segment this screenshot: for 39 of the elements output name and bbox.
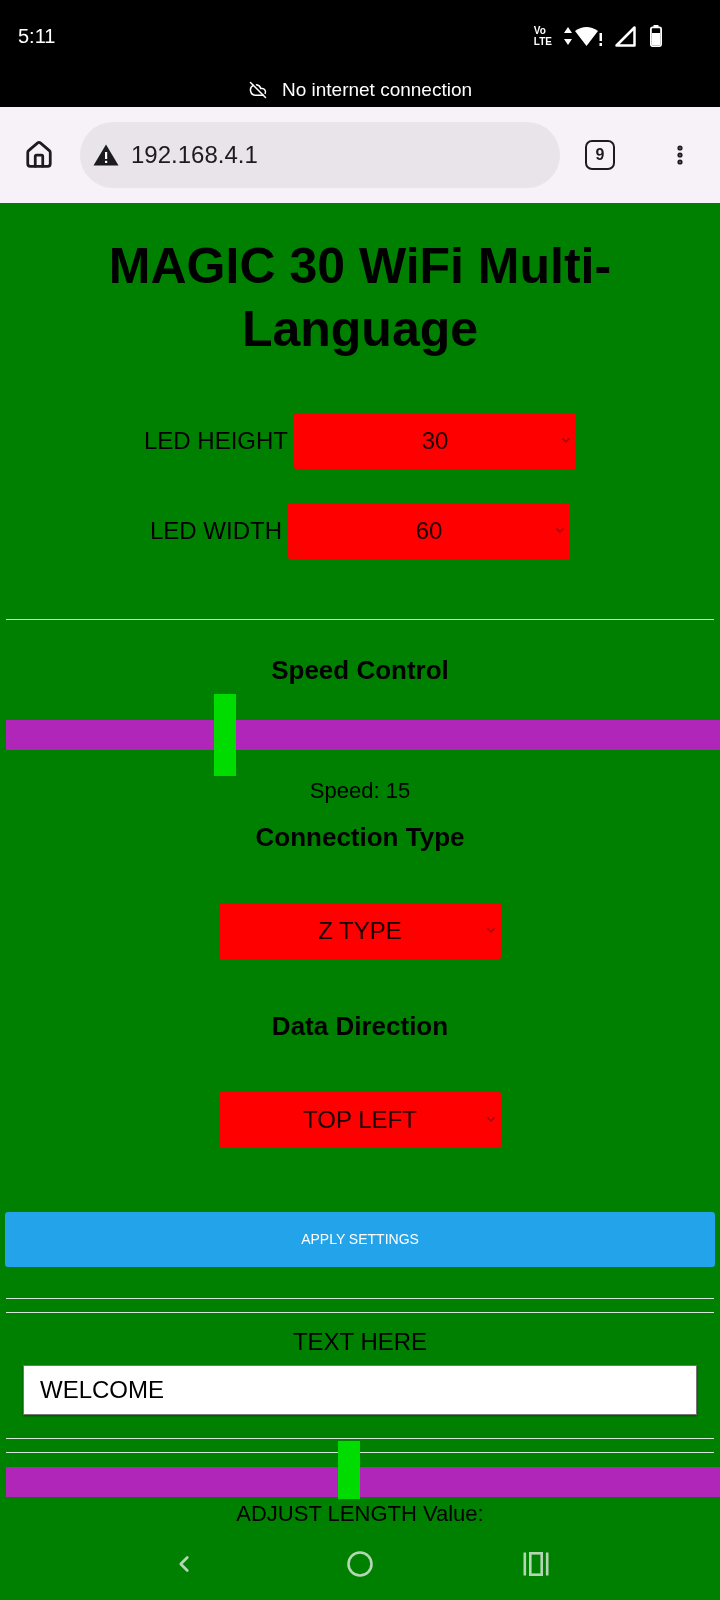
cloud-off-icon [247, 80, 268, 99]
field-label: LED WIDTH [150, 517, 282, 545]
wifi-warning-icon [575, 26, 603, 46]
battery-icon [650, 25, 662, 47]
signal-icon [615, 25, 636, 47]
field-label: TEXT HERE [292, 1328, 428, 1356]
warning-icon [93, 144, 119, 166]
recents-icon[interactable] [523, 1552, 549, 1576]
slider-thumb[interactable] [338, 1441, 361, 1499]
text-input-field[interactable]: WELCOME [23, 1365, 697, 1415]
url-text: 192.168.4.1 [131, 141, 258, 169]
chevron-down-icon [562, 438, 570, 443]
speed-reading: Speed: 15 [309, 778, 411, 804]
home-circle-icon[interactable] [347, 1551, 373, 1577]
network-type-label: LTE [533, 36, 552, 47]
field-label: LED HEIGHT [144, 427, 288, 455]
chevron-down-icon [556, 528, 564, 533]
network-type-label: Vo [533, 25, 546, 36]
chevron-down-icon [487, 1117, 495, 1122]
led-size-select[interactable]: 30 [294, 413, 576, 469]
connection-notice: No internet connection [281, 78, 473, 101]
page-title: MAGIC 30 WiFi Multi-Language [107, 237, 613, 359]
led-size-select[interactable]: 60 [288, 503, 570, 559]
section-heading: Speed Control [271, 655, 449, 685]
length-slider[interactable] [6, 1441, 720, 1499]
speed-slider[interactable] [6, 694, 720, 776]
section-heading: Connection Type [255, 822, 465, 852]
data-direction-select[interactable]: TOP LEFT [219, 1092, 501, 1148]
apply-settings-button[interactable]: APPLY SETTINGS [5, 1212, 715, 1267]
chevron-down-icon [487, 928, 495, 933]
home-icon[interactable] [24, 140, 54, 170]
address-bar[interactable]: 192.168.4.1 [80, 122, 560, 188]
tab-switcher-button[interactable]: 9 [585, 140, 615, 170]
connection-type-select[interactable]: Z TYPE [219, 903, 501, 959]
length-reading: ADJUST LENGTH Value: [236, 1501, 484, 1527]
section-heading: Data Direction [271, 1011, 449, 1041]
data-arrows-icon [564, 27, 572, 45]
clock-time: 5:11 [18, 24, 56, 48]
slider-thumb[interactable] [213, 694, 236, 776]
